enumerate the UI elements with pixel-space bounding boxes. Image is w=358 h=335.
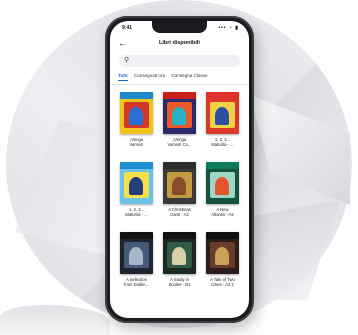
background-shape — [0, 305, 110, 335]
tab-tutti[interactable]: Tutti — [118, 73, 128, 81]
cover-figure — [129, 107, 143, 125]
cover-band — [163, 162, 196, 169]
book-title: ¡Venga Vamos! — [129, 137, 144, 147]
cover-band — [206, 232, 239, 239]
book-title: 1, 2, 3... Maturità - ... — [125, 207, 148, 217]
cover-band — [120, 92, 153, 99]
cover-figure — [129, 177, 143, 195]
cover-figure — [129, 247, 143, 265]
cover-figure — [215, 177, 229, 195]
phone-screen: 9:41 ••• ◔ ▮ ← Libri disponibili ⚲ Tutti… — [110, 21, 249, 318]
book-title: A Tale of Two Cities - A2.2 — [210, 277, 235, 287]
book-cover[interactable] — [163, 162, 196, 204]
cover-band — [206, 162, 239, 169]
book-cover[interactable] — [163, 92, 196, 134]
cover-band — [120, 232, 153, 239]
book-item[interactable]: 1, 2, 3... Maturità - ... — [206, 92, 239, 154]
book-item[interactable]: A Christmas Carol - A2 — [163, 162, 196, 224]
tab-bar: Tutti Consegnati ora Consegna Classe — [118, 73, 245, 83]
search-input[interactable] — [133, 56, 233, 66]
book-cover[interactable] — [120, 92, 153, 134]
book-item[interactable]: A Study in Scarlet - B1 — [163, 232, 196, 294]
book-title: A Study in Scarlet - B1 — [168, 277, 191, 287]
book-title: 1, 2, 3... Maturità - ... — [211, 137, 234, 147]
cover-figure — [172, 247, 186, 265]
cover-figure — [172, 177, 186, 195]
cover-band — [163, 232, 196, 239]
book-item[interactable]: 1, 2, 3... Maturità - ... — [120, 162, 153, 224]
book-cover[interactable] — [120, 232, 153, 274]
book-cover[interactable] — [206, 232, 239, 274]
book-item[interactable]: A Selection from Dublin... — [120, 232, 153, 294]
divider — [110, 84, 249, 85]
book-title: A Selection from Dublin... — [124, 277, 149, 287]
book-item[interactable]: ¡Venga Vamos! — [120, 92, 153, 154]
phone-notch — [152, 21, 207, 33]
search-bar[interactable]: ⚲ — [119, 55, 240, 67]
cover-figure — [172, 107, 186, 125]
phone-device: 9:41 ••• ◔ ▮ ← Libri disponibili ⚲ Tutti… — [105, 16, 254, 323]
book-title: ¡Venga Vamos! Co... — [167, 137, 192, 147]
book-title: A New Atlantis - A2 — [211, 207, 234, 217]
book-cover[interactable] — [163, 232, 196, 274]
book-item[interactable]: A Tale of Two Cities - A2.2 — [206, 232, 239, 294]
tab-consegna-classe[interactable]: Consegna Classe — [171, 73, 207, 80]
cover-band — [163, 92, 196, 99]
cover-figure — [215, 107, 229, 125]
cover-band — [206, 92, 239, 99]
search-icon: ⚲ — [124, 57, 130, 64]
book-title: A Christmas Carol - A2 — [168, 207, 191, 217]
status-time: 9:41 — [122, 25, 133, 31]
book-cover[interactable] — [206, 92, 239, 134]
book-cover[interactable] — [206, 162, 239, 204]
tab-consegnati-ora[interactable]: Consegnati ora — [134, 73, 165, 80]
book-cover[interactable] — [120, 162, 153, 204]
page-title: Libri disponibili — [159, 40, 200, 46]
top-app-bar: ← Libri disponibili — [110, 37, 249, 51]
cover-figure — [215, 247, 229, 265]
book-item[interactable]: A New Atlantis - A2 — [206, 162, 239, 224]
cover-band — [120, 162, 153, 169]
book-item[interactable]: ¡Venga Vamos! Co... — [163, 92, 196, 154]
status-icons: ••• ◔ ▮ — [218, 25, 239, 31]
